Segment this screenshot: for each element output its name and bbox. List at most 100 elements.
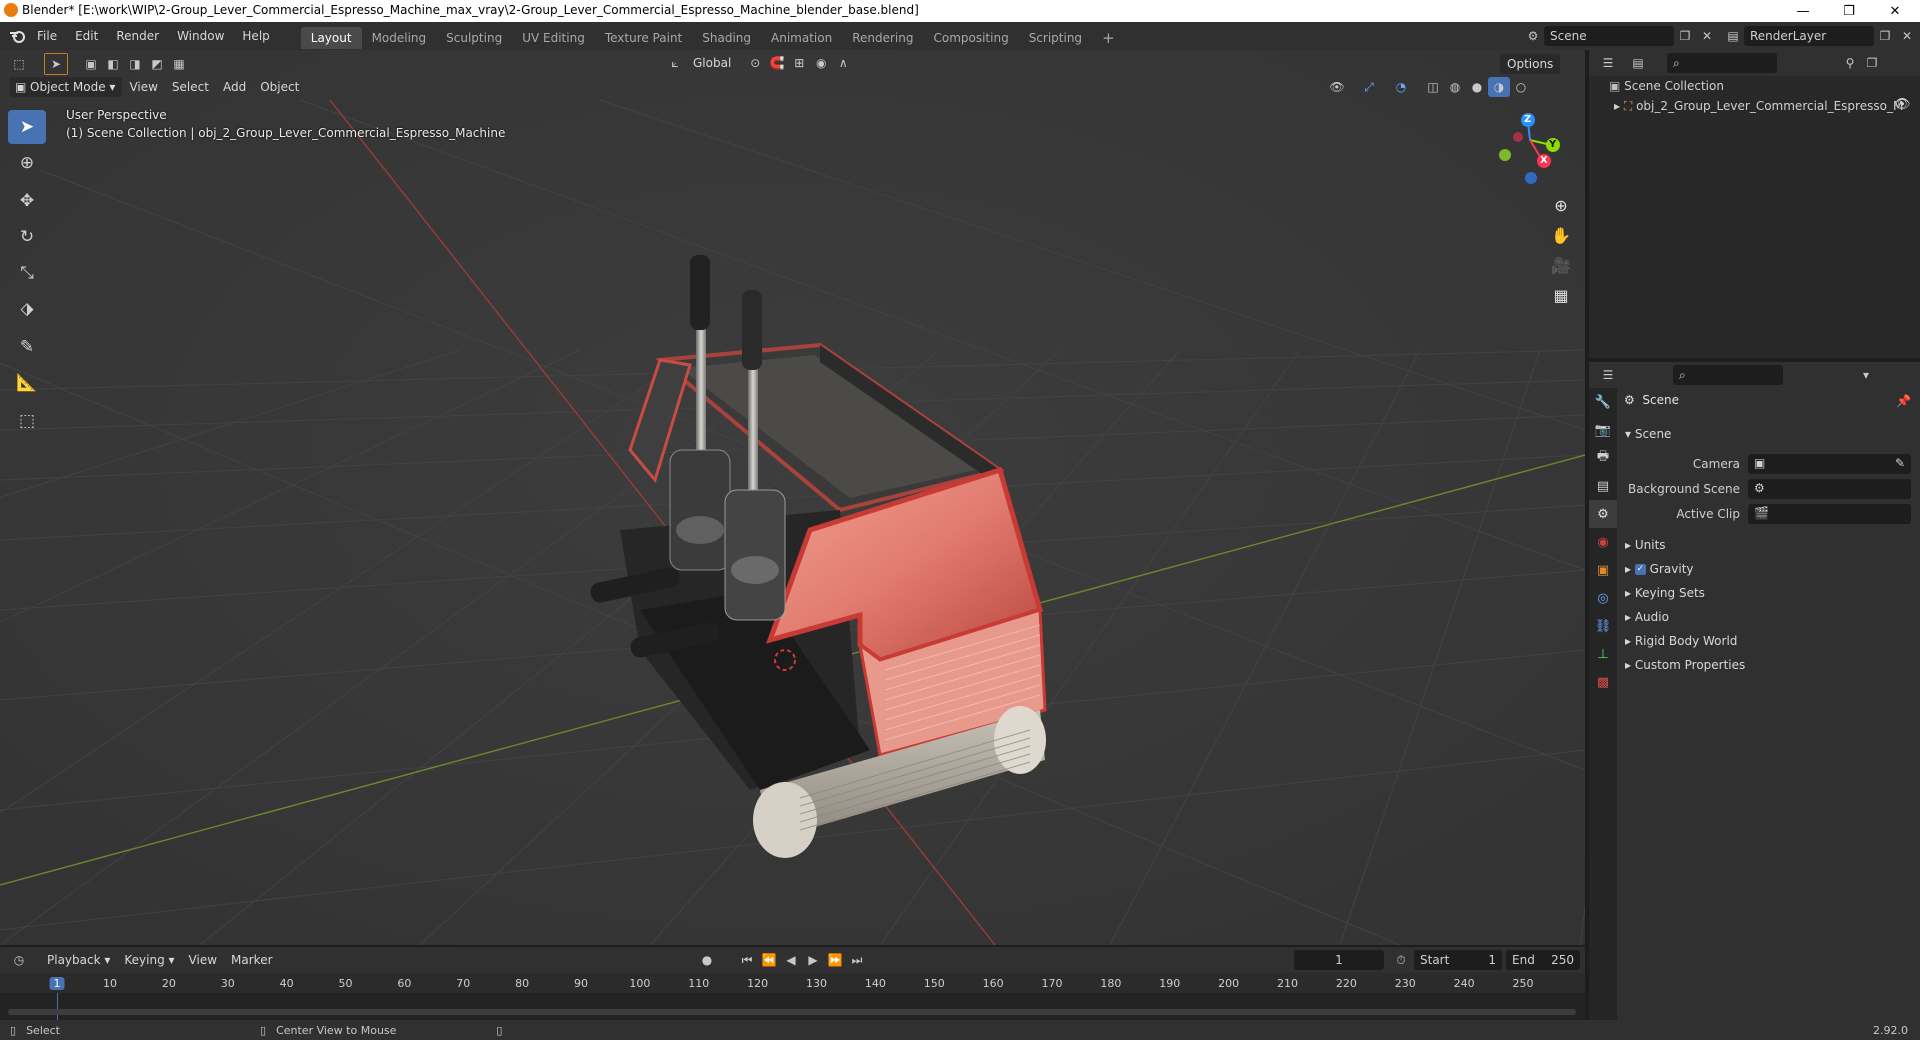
- zoom-icon[interactable]: ⊕: [1546, 190, 1576, 220]
- cursor-tool-icon[interactable]: ⊕: [8, 146, 46, 180]
- end-frame-field[interactable]: End 250: [1506, 950, 1580, 970]
- menu-help[interactable]: Help: [233, 22, 278, 50]
- data-tab-icon[interactable]: ⊥: [1589, 640, 1617, 668]
- menu-window[interactable]: Window: [168, 22, 233, 50]
- physics-tab-icon[interactable]: ◎: [1589, 584, 1617, 612]
- eyedropper-icon[interactable]: ✎: [1895, 456, 1905, 470]
- move-tool-icon[interactable]: ✥: [8, 184, 46, 218]
- tab-scripting[interactable]: Scripting: [1019, 27, 1092, 49]
- play-reverse-icon[interactable]: ◀: [780, 950, 802, 970]
- stopwatch-icon[interactable]: ⏱: [1390, 950, 1412, 970]
- texture-tab-icon[interactable]: ▩: [1589, 668, 1617, 696]
- eye-visibility-icon[interactable]: 👁: [1894, 97, 1911, 112]
- select-invert-mode-icon[interactable]: ◩: [146, 54, 168, 74]
- background-scene-field[interactable]: ⚙: [1748, 479, 1911, 499]
- editor-type-icon[interactable]: ⬚: [8, 54, 30, 74]
- new-layer-icon[interactable]: ❐: [1874, 26, 1896, 46]
- panel-custom-properties[interactable]: ▸ Custom Properties: [1625, 654, 1745, 676]
- menu-view[interactable]: View: [122, 77, 164, 97]
- properties-editor-icon[interactable]: ☰: [1597, 365, 1619, 385]
- tree-item-scene-collection[interactable]: ▣ Scene Collection: [1609, 76, 1724, 96]
- record-icon[interactable]: ●: [696, 950, 718, 970]
- rotate-tool-icon[interactable]: ↻: [8, 220, 46, 254]
- close-button[interactable]: ✕: [1872, 0, 1918, 22]
- transform-tool-icon[interactable]: ⬗: [8, 292, 46, 326]
- proportional-edit-icon[interactable]: ◉: [810, 53, 832, 73]
- camera-view-icon[interactable]: 🎥: [1546, 250, 1576, 280]
- tab-rendering[interactable]: Rendering: [842, 27, 923, 49]
- panel-audio[interactable]: ▸ Audio: [1625, 606, 1669, 628]
- measure-tool-icon[interactable]: 📐: [8, 366, 46, 400]
- scale-tool-icon[interactable]: ⤡: [8, 256, 46, 290]
- timeline-area[interactable]: 1 10 20 30 40 50 60 70 80 90 100 110 120 130 140 150 160…: [0, 973, 1585, 1020]
- menu-marker[interactable]: Marker: [224, 950, 279, 970]
- delete-layer-icon[interactable]: ✕: [1896, 26, 1918, 46]
- blender-menu-icon[interactable]: [6, 26, 28, 46]
- menu-object[interactable]: Object: [253, 77, 306, 97]
- menu-add[interactable]: Add: [216, 77, 253, 97]
- overlays-toggle-icon[interactable]: ◔: [1390, 77, 1412, 97]
- transform-orientation-dropdown[interactable]: Global: [686, 53, 738, 73]
- pin-icon[interactable]: 📌: [1896, 394, 1911, 408]
- menu-keying[interactable]: Keying ▾: [117, 950, 181, 970]
- expand-arrow-icon[interactable]: ▸: [1614, 99, 1620, 113]
- add-workspace-button[interactable]: +: [1092, 27, 1125, 49]
- new-collection-icon[interactable]: ❐: [1861, 53, 1883, 73]
- tree-item-object[interactable]: ▸ ⛶ obj_2_Group_Lever_Commercial_Espress…: [1614, 96, 1903, 116]
- panel-gravity[interactable]: ▸ ✓ Gravity: [1625, 558, 1694, 580]
- options-dropdown[interactable]: Options: [1500, 54, 1561, 74]
- properties-options-icon[interactable]: ▾: [1855, 365, 1877, 385]
- falloff-icon[interactable]: ∧: [832, 53, 854, 73]
- ortho-grid-icon[interactable]: ▦: [1546, 280, 1576, 310]
- menu-edit[interactable]: Edit: [66, 22, 107, 50]
- camera-field[interactable]: ▣ ✎: [1748, 454, 1911, 474]
- rendered-shading-icon[interactable]: ○: [1510, 77, 1532, 97]
- snap-icon[interactable]: 🧲: [766, 53, 788, 73]
- jump-end-icon[interactable]: ⏭: [846, 950, 868, 970]
- timeline-scrollbar[interactable]: [8, 1009, 1576, 1015]
- menu-timeline-view[interactable]: View: [182, 950, 224, 970]
- menu-playback[interactable]: Playback ▾: [40, 950, 117, 970]
- menu-render[interactable]: Render: [107, 22, 168, 50]
- select-tool-icon[interactable]: ➤: [44, 53, 68, 75]
- tab-sculpting[interactable]: Sculpting: [436, 27, 512, 49]
- minimize-button[interactable]: —: [1780, 0, 1826, 22]
- 3d-viewport[interactable]: [0, 50, 1585, 945]
- menu-file[interactable]: File: [28, 22, 66, 50]
- select-box-tool-icon[interactable]: ➤: [8, 110, 46, 144]
- pivot-point-icon[interactable]: ⊙: [744, 53, 766, 73]
- select-subtract-mode-icon[interactable]: ◨: [124, 54, 146, 74]
- tab-uv-editing[interactable]: UV Editing: [512, 27, 595, 49]
- active-clip-field[interactable]: 🎬: [1748, 504, 1911, 524]
- object-tab-icon[interactable]: ▣: [1589, 556, 1617, 584]
- scene-icon[interactable]: ⚙: [1522, 26, 1544, 46]
- tab-shading[interactable]: Shading: [692, 27, 761, 49]
- display-mode-icon[interactable]: ▤: [1627, 53, 1649, 73]
- jump-keyframe-back-icon[interactable]: ⏪: [758, 950, 780, 970]
- new-scene-icon[interactable]: ❐: [1674, 26, 1696, 46]
- wireframe-shading-icon[interactable]: ◍: [1444, 77, 1466, 97]
- snap-target-icon[interactable]: ⊞: [788, 53, 810, 73]
- gravity-checkbox[interactable]: ✓: [1634, 564, 1646, 575]
- tab-modeling[interactable]: Modeling: [362, 27, 437, 49]
- solid-shading-icon[interactable]: ●: [1466, 77, 1488, 97]
- tab-animation[interactable]: Animation: [761, 27, 842, 49]
- constraints-tab-icon[interactable]: ⛓: [1589, 612, 1617, 640]
- panel-rigid-body-world[interactable]: ▸ Rigid Body World: [1625, 630, 1737, 652]
- panel-units[interactable]: ▸ Units: [1625, 534, 1666, 556]
- select-extend-mode-icon[interactable]: ◧: [102, 54, 124, 74]
- gizmo-toggle-icon[interactable]: ⤢: [1358, 77, 1380, 97]
- jump-start-icon[interactable]: ⏮: [736, 950, 758, 970]
- filter-icon[interactable]: ⚲: [1839, 53, 1861, 73]
- play-icon[interactable]: ▶: [802, 950, 824, 970]
- visibility-icon[interactable]: 👁: [1326, 77, 1348, 97]
- scene-tab-icon[interactable]: ⚙: [1589, 500, 1617, 528]
- tab-texture-paint[interactable]: Texture Paint: [595, 27, 692, 49]
- scene-name-field[interactable]: Scene: [1544, 26, 1674, 46]
- world-tab-icon[interactable]: ◉: [1589, 528, 1617, 556]
- object-mode-dropdown[interactable]: ▣ Object Mode ▾: [10, 77, 123, 97]
- menu-select[interactable]: Select: [165, 77, 216, 97]
- tab-compositing[interactable]: Compositing: [923, 27, 1018, 49]
- jump-keyframe-forward-icon[interactable]: ⏩: [824, 950, 846, 970]
- view-layer-field[interactable]: RenderLayer: [1744, 26, 1874, 46]
